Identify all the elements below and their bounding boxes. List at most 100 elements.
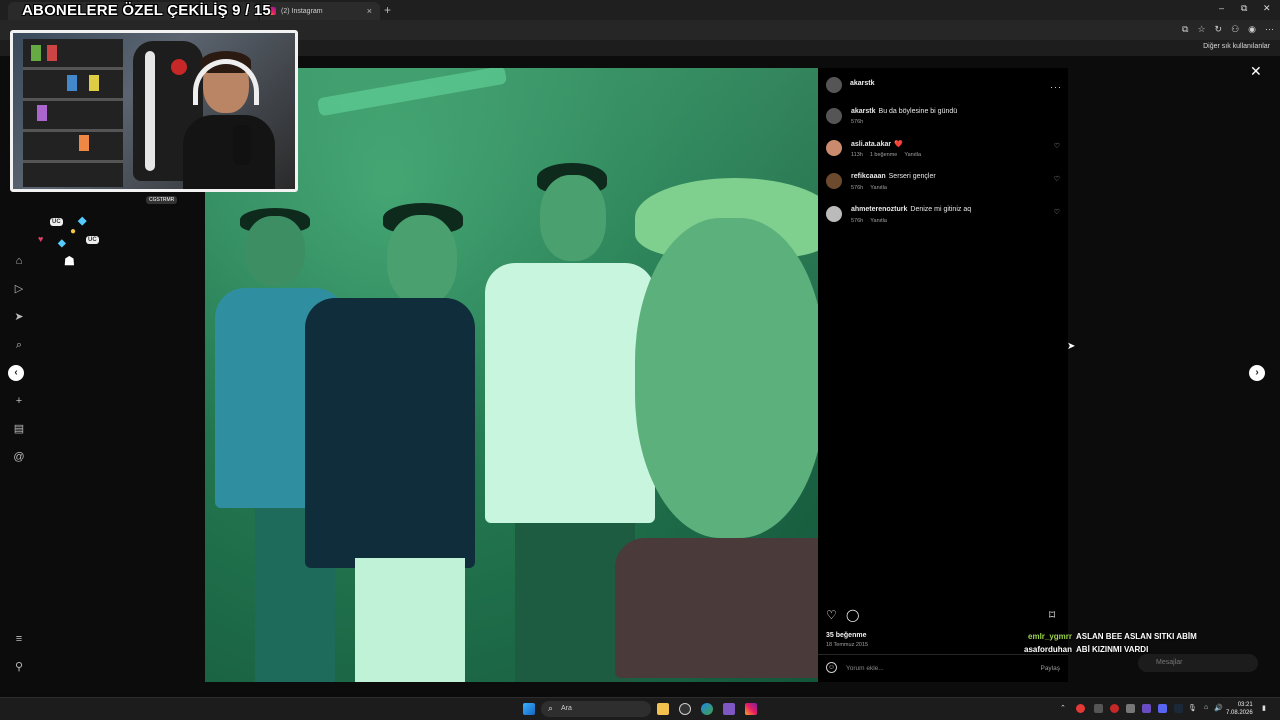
tray-chevron-icon[interactable]: ⌃	[1060, 704, 1066, 712]
messages-label: Mesajlar	[1156, 659, 1183, 666]
divider	[818, 654, 1068, 655]
search-icon: ⌕	[548, 703, 554, 713]
tray-app-icon[interactable]	[1110, 704, 1119, 713]
avatar[interactable]	[826, 77, 842, 93]
new-tab-button[interactable]: +	[384, 3, 391, 17]
more-menu-icon[interactable]: ⋯	[1265, 24, 1274, 35]
comment: asli.ata.akar ❤️	[851, 140, 903, 148]
record-icon[interactable]	[1076, 704, 1085, 713]
close-window-button[interactable]: ✕	[1263, 3, 1271, 14]
network-icon[interactable]: ⌂	[1204, 704, 1208, 711]
tray-app-icon[interactable]	[1142, 704, 1151, 713]
extension-icon[interactable]: ⧉	[1182, 24, 1188, 35]
hat-emote-icon: ☗	[64, 254, 75, 268]
app-icon[interactable]	[723, 703, 735, 715]
comment-user[interactable]: asli.ata.akar	[851, 141, 891, 148]
collections-icon[interactable]: ⚇	[1231, 24, 1239, 35]
diamond-icon: ◆	[58, 238, 66, 249]
previous-post-button[interactable]: ‹	[8, 365, 24, 381]
uc-emote-icon: UC	[50, 218, 63, 226]
create-icon[interactable]: +	[12, 394, 26, 408]
discord-icon[interactable]	[1158, 704, 1167, 713]
comment-text: Serseri gençler	[888, 173, 936, 180]
steam-icon[interactable]	[1174, 704, 1183, 713]
close-tab-icon[interactable]: ×	[367, 6, 372, 16]
edge-icon[interactable]	[701, 703, 713, 715]
comment-meta: 576h Yanıtla	[851, 185, 894, 191]
streamer-webcam	[10, 30, 298, 192]
add-comment-input[interactable]: Yorum ekle...	[846, 665, 884, 672]
refresh-icon[interactable]: ↻	[1215, 24, 1223, 35]
home-icon[interactable]: ⌂	[12, 254, 26, 268]
tray-app-icon[interactable]	[1126, 704, 1135, 713]
volume-icon[interactable]: 🔊	[1214, 704, 1223, 712]
reply-link[interactable]: Yanıtla	[870, 218, 887, 224]
notification-icon[interactable]: ▮	[1262, 704, 1266, 712]
file-explorer-icon[interactable]	[657, 703, 669, 715]
send-icon[interactable]: ➤	[12, 310, 26, 324]
profile-icon[interactable]: ◉	[1248, 24, 1256, 35]
next-post-button[interactable]: ›	[1249, 365, 1265, 381]
avatar[interactable]	[826, 140, 842, 156]
instagram-icon[interactable]	[745, 703, 757, 715]
search-icon[interactable]: ⌕	[12, 338, 26, 352]
messages-bar[interactable]: Mesajlar	[1138, 654, 1258, 672]
heart-emote-icon: ♥	[38, 234, 44, 244]
tab-instagram[interactable]: (2) Instagram ×	[260, 2, 380, 20]
dashboard-icon[interactable]: ▤	[12, 422, 26, 436]
chat-text: ABİ KIZINMI VARDI	[1076, 645, 1149, 654]
comment-meta: 576h Yanıtla	[851, 218, 894, 224]
other-bookmarks-folder[interactable]: Diğer sık kullanılanlar	[1203, 43, 1270, 50]
mouse-cursor-icon: ➤	[1067, 341, 1076, 352]
like-icon[interactable]: ♡	[826, 608, 837, 622]
avatar[interactable]	[826, 206, 842, 222]
comment-text: Denize mi gitiniz aq	[910, 206, 972, 213]
favorite-star-icon[interactable]: ☆	[1197, 24, 1205, 35]
reply-link[interactable]: Yanıtla	[870, 185, 887, 191]
comment-age: 113h	[851, 152, 863, 158]
start-icon[interactable]	[523, 703, 535, 715]
close-icon[interactable]: ✕	[1250, 63, 1262, 80]
comment-icon[interactable]: ◯	[846, 608, 859, 622]
restore-button[interactable]: ⧉	[1241, 3, 1247, 14]
comment-user[interactable]: akarstk	[851, 108, 876, 115]
system-clock[interactable]: 03:21 7.08.2026	[1226, 701, 1253, 717]
comment-user[interactable]: refikcaaan	[851, 173, 886, 180]
post-date: 18 Temmuz 2015	[826, 642, 869, 648]
chat-nick: asaforduhan	[1024, 645, 1073, 654]
taskbar-search[interactable]: ⌕ Ara	[541, 701, 651, 717]
avatar[interactable]	[826, 173, 842, 189]
streamer	[183, 51, 275, 189]
chat-nick: emlr_ygmrr	[1028, 632, 1073, 641]
reply-link[interactable]: Yanıtla	[904, 152, 921, 158]
diamond-icon: ◆	[78, 215, 87, 227]
search-label: Ara	[561, 705, 572, 712]
microphone	[233, 125, 251, 165]
like-comment-icon[interactable]: ♡	[1054, 142, 1060, 150]
comment-meta: 113h 1 beğenme Yanıtla	[851, 152, 928, 158]
emoji-icon[interactable]: ☺	[826, 662, 837, 673]
windows-taskbar: ⌕ Ara ⌃ 🎙 ⌂ 🔊 03:21 7.08.2026 ▮	[0, 697, 1280, 720]
threads-icon[interactable]: @	[12, 450, 26, 464]
tray-app-icon[interactable]	[1094, 704, 1103, 713]
browser-toolbar-icons: ⧉ ☆ ↻ ⚇ ◉ ⋯	[1182, 24, 1274, 35]
like-comment-icon[interactable]: ♡	[1054, 208, 1060, 216]
avatar[interactable]	[826, 108, 842, 124]
settings-icon[interactable]	[679, 703, 691, 715]
reels-icon[interactable]: ▷	[12, 282, 26, 296]
coin-icon: ●	[70, 226, 77, 237]
mic-icon[interactable]: 🎙	[1188, 704, 1197, 712]
like-count[interactable]: 35 beğenme	[826, 632, 866, 639]
share-button[interactable]: Paylaş	[1040, 665, 1060, 672]
menu-icon[interactable]: ≡	[12, 632, 26, 646]
comment-likes[interactable]: 1 beğenme	[870, 152, 898, 158]
post-author[interactable]: akarstk	[850, 80, 875, 87]
webcam-shelf	[23, 39, 123, 187]
bookmark-icon[interactable]: ⌑	[1049, 608, 1055, 622]
minimize-button[interactable]: –	[1219, 3, 1224, 13]
like-comment-icon[interactable]: ♡	[1054, 175, 1060, 183]
uc-emote-icon: UC	[86, 236, 99, 244]
meta-icon[interactable]: ⚲	[12, 660, 26, 674]
more-options-icon[interactable]: ···	[1050, 82, 1062, 92]
comment-user[interactable]: ahmeterenozturk	[851, 206, 907, 213]
